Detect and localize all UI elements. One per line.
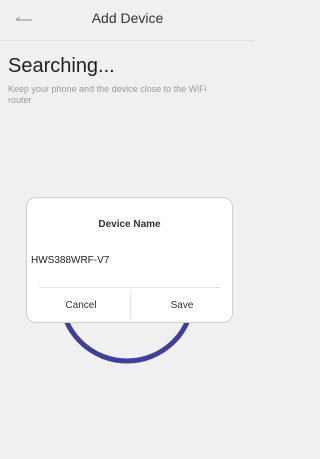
- save-button[interactable]: Save: [137, 295, 227, 317]
- device-name-dialog: Device Name Cancel Save: [26, 197, 233, 323]
- searching-subtitle: Keep your phone and the device close to …: [8, 84, 207, 105]
- device-name-field[interactable]: [31, 251, 226, 269]
- page-title: Add Device: [91, 10, 164, 26]
- header-bar: Add Device: [0, 0, 255, 41]
- cancel-button[interactable]: Cancel: [36, 295, 126, 317]
- button-divider: [130, 294, 131, 319]
- dialog-divider: [39, 287, 220, 288]
- searching-title: Searching...: [8, 55, 115, 77]
- dialog-title: Device Name: [98, 219, 161, 230]
